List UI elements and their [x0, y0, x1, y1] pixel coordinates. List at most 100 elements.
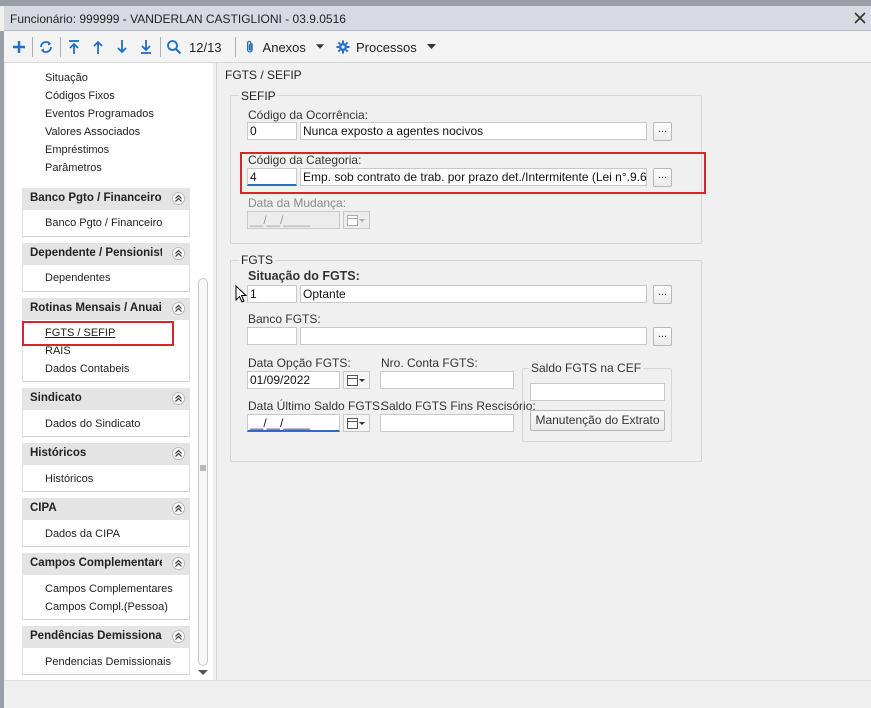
sidebar-header-label: CIPA	[30, 502, 57, 514]
sidebar-scrollbar[interactable]	[196, 70, 210, 678]
add-icon[interactable]	[10, 37, 28, 57]
sidebar-item-eventos-programados[interactable]: Eventos Programados	[45, 108, 154, 120]
scrollbar-thumb[interactable]	[198, 278, 208, 666]
sidebar-item-dependentes[interactable]: Dependentes	[45, 272, 110, 284]
data-ultimo-saldo-input[interactable]: __/__/____	[247, 414, 340, 432]
main-panel: FGTS / SEFIP SEFIP Código da Ocorrência:…	[216, 63, 871, 680]
toolbar-separator	[235, 37, 236, 57]
toolbar-separator	[160, 37, 161, 57]
last-record-icon[interactable]	[137, 37, 155, 57]
manutencao-extrato-button[interactable]: Manutenção do Extrato	[530, 410, 665, 431]
chevron-up-icon[interactable]	[172, 630, 185, 643]
chevron-up-icon[interactable]	[172, 192, 185, 205]
paperclip-icon	[246, 40, 253, 53]
toolbar: 12/13 Anexos Processos	[4, 31, 871, 63]
sidebar-header-label: Históricos	[30, 447, 87, 459]
nro-conta-input[interactable]	[380, 371, 514, 389]
gear-icon	[336, 40, 350, 54]
window-left-edge	[0, 31, 4, 708]
previous-record-icon[interactable]	[89, 37, 107, 57]
processos-button[interactable]: Processos	[336, 37, 436, 57]
data-ultimo-saldo-label: Data Último Saldo FGTS:	[248, 399, 384, 413]
data-mudanca-calendar-button[interactable]	[343, 211, 370, 229]
mouse-cursor-icon	[235, 285, 248, 303]
data-opcao-calendar-button[interactable]	[343, 371, 370, 389]
window-title: Funcionário: 999999 - VANDERLAN CASTIGLI…	[10, 12, 346, 26]
banco-fgts-lookup-button[interactable]: ...	[653, 327, 672, 346]
situacao-label: Situação do FGTS:	[248, 269, 360, 283]
chevron-up-icon[interactable]	[172, 247, 185, 260]
refresh-icon[interactable]	[37, 37, 55, 57]
sidebar-panel	[22, 575, 190, 620]
sidebar-item-dados-sindicato[interactable]: Dados do Sindicato	[45, 418, 140, 430]
banco-fgts-code-input[interactable]	[247, 327, 297, 345]
chevron-up-icon[interactable]	[172, 302, 185, 315]
sidebar-item-historicos[interactable]: Históricos	[45, 473, 93, 485]
ocorrencia-label: Código da Ocorrência:	[248, 108, 369, 122]
chevron-up-icon[interactable]	[172, 557, 185, 570]
situacao-code-input[interactable]: 1	[247, 285, 297, 303]
sidebar-header-cipa[interactable]: CIPA	[22, 498, 190, 520]
sidebar-header-campos-complementares[interactable]: Campos Complementares	[22, 553, 190, 575]
processos-label: Processos	[356, 39, 417, 55]
data-opcao-label: Data Opção FGTS:	[248, 356, 351, 370]
ocorrencia-desc-field[interactable]: Nunca exposto a agentes nocivos	[300, 122, 647, 140]
sidebar-item-situacao[interactable]: Situação	[45, 72, 88, 84]
sidebar-item-codigos-fixos[interactable]: Códigos Fixos	[45, 90, 115, 102]
anexos-button[interactable]: Anexos	[244, 37, 324, 57]
data-mudanca-label: Data da Mudança:	[248, 196, 347, 210]
sidebar-item-banco-pgto[interactable]: Banco Pgto / Financeiro	[45, 217, 162, 229]
search-icon[interactable]	[165, 37, 183, 57]
close-icon[interactable]	[849, 6, 871, 30]
sefip-group-title: SEFIP	[239, 89, 278, 103]
window-titlebar: Funcionário: 999999 - VANDERLAN CASTIGLI…	[4, 6, 871, 31]
chevron-up-icon[interactable]	[172, 392, 185, 405]
scroll-down-icon[interactable]	[198, 670, 208, 676]
nro-conta-label: Nro. Conta FGTS:	[381, 356, 478, 370]
sidebar-header-pendencias[interactable]: Pendências Demissionais	[22, 626, 190, 648]
next-record-icon[interactable]	[113, 37, 131, 57]
saldo-rescisorio-label: Saldo FGTS Fins Rescisório:	[381, 399, 536, 413]
sidebar-item-emprestimos[interactable]: Empréstimos	[45, 144, 109, 156]
situacao-lookup-button[interactable]: ...	[653, 285, 672, 304]
sidebar-header-label: Rotinas Mensais / Anuais	[30, 302, 162, 314]
saldo-cef-title: Saldo FGTS na CEF	[529, 361, 644, 375]
page-title: FGTS / SEFIP	[225, 68, 302, 82]
data-opcao-input[interactable]: 01/09/2022	[247, 371, 340, 389]
sidebar-item-campos-complementares[interactable]: Campos Complementares	[45, 583, 173, 595]
highlight-box-fgts-sefip	[22, 321, 174, 346]
data-mudanca-input[interactable]: __/__/____	[247, 211, 340, 229]
ocorrencia-lookup-button[interactable]: ...	[653, 122, 672, 141]
status-bar	[4, 680, 871, 708]
sidebar-item-campos-compl-pessoa[interactable]: Campos Compl.(Pessoa)	[45, 601, 168, 613]
sidebar-item-valores-associados[interactable]: Valores Associados	[45, 126, 140, 138]
saldo-rescisorio-input[interactable]	[380, 414, 514, 432]
ocorrencia-code-input[interactable]: 0	[247, 122, 297, 140]
situacao-desc-field[interactable]: Optante	[300, 285, 647, 303]
highlight-box-categoria	[240, 152, 706, 194]
sidebar-item-pendencias-demissionais[interactable]: Pendencias Demissionais	[45, 656, 171, 668]
banco-fgts-desc-field[interactable]	[300, 327, 647, 345]
anexos-label: Anexos	[262, 39, 306, 55]
sidebar-item-rais[interactable]: RAIS	[45, 345, 71, 357]
sidebar: Situação Códigos Fixos Eventos Programad…	[6, 63, 213, 680]
chevron-up-icon[interactable]	[172, 447, 185, 460]
sidebar-item-dados-contabeis[interactable]: Dados Contabeis	[45, 363, 129, 375]
grip-icon	[200, 465, 206, 471]
sidebar-header-label: Sindicato	[30, 392, 82, 404]
sidebar-header-dependente[interactable]: Dependente / Pensionista	[22, 243, 190, 265]
sidebar-item-dados-cipa[interactable]: Dados da CIPA	[45, 528, 120, 540]
sidebar-header-label: Pendências Demissionais	[30, 630, 162, 642]
sidebar-header-rotinas[interactable]: Rotinas Mensais / Anuais	[22, 298, 190, 320]
sidebar-header-sindicato[interactable]: Sindicato	[22, 388, 190, 410]
fgts-group-title: FGTS	[239, 253, 275, 267]
sidebar-header-banco[interactable]: Banco Pgto / Financeiro	[22, 188, 190, 210]
first-record-icon[interactable]	[65, 37, 83, 57]
sidebar-item-parametros[interactable]: Parâmetros	[45, 162, 102, 174]
sidebar-header-historicos[interactable]: Históricos	[22, 443, 190, 465]
saldo-cef-input[interactable]	[530, 383, 665, 401]
data-ultimo-saldo-calendar-button[interactable]	[343, 414, 370, 432]
chevron-up-icon[interactable]	[172, 502, 185, 515]
sidebar-header-label: Banco Pgto / Financeiro	[30, 192, 162, 204]
chevron-down-icon	[426, 44, 436, 49]
